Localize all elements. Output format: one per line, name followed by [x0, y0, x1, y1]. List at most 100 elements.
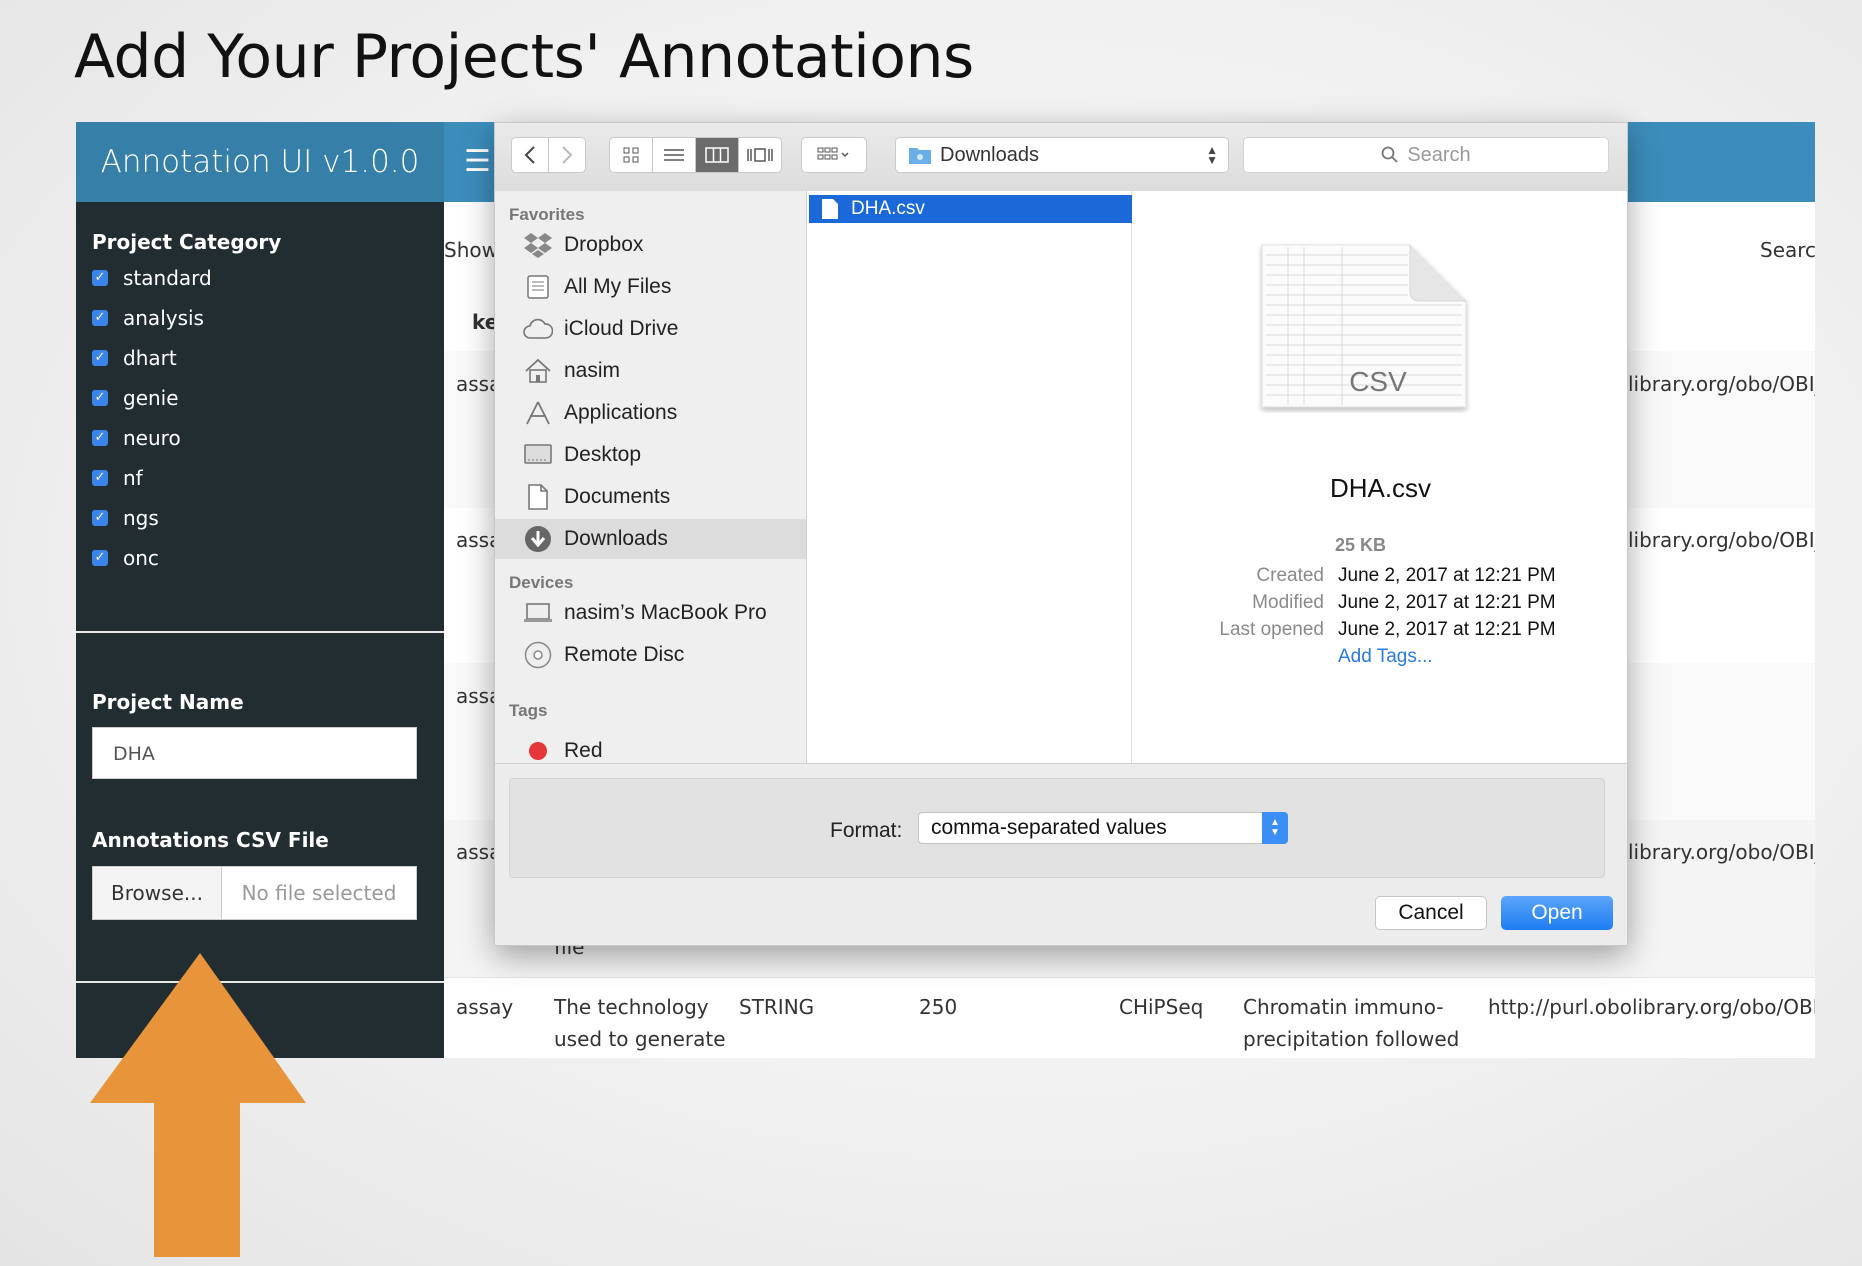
all-files-icon — [523, 272, 553, 302]
preview-filename: DHA.csv — [1329, 473, 1432, 503]
columns-icon — [705, 147, 729, 163]
checkmark-icon: ✓ — [92, 310, 108, 326]
no-file-selected-text: No file selected — [241, 881, 397, 905]
category-checkbox-analysis[interactable]: ✓ analysis — [92, 306, 204, 330]
format-panel: Format: comma-separated values ▲ ▼ — [509, 778, 1605, 878]
csv-document-icon: CSV — [1261, 244, 1467, 408]
back-button[interactable] — [511, 137, 549, 173]
folder-icon — [909, 148, 931, 164]
sidebar-item-nasim[interactable]: nasim — [495, 351, 806, 391]
preview-size: 25 KB — [1335, 535, 1387, 555]
arrange-icon — [817, 147, 849, 160]
forward-button[interactable] — [548, 137, 586, 173]
category-checkbox-neuro[interactable]: ✓ neuro — [92, 426, 181, 450]
sidebar-item-desktop[interactable]: Desktop — [495, 435, 806, 475]
sidebar-item-all-my-files[interactable]: All My Files — [495, 267, 806, 307]
checkmark-icon: ✓ — [92, 390, 108, 406]
cancel-button[interactable]: Cancel — [1375, 896, 1487, 930]
dropbox-icon — [523, 230, 553, 260]
home-icon — [523, 356, 553, 386]
browse-button[interactable]: Browse... — [93, 867, 222, 919]
checkmark-icon: ✓ — [92, 470, 108, 486]
hamburger-icon[interactable]: ☰ — [464, 144, 491, 180]
table-cell: CHiPSeq — [1119, 995, 1204, 1019]
slide-title: Add Your Projects' Annotations — [74, 22, 974, 92]
sidebar-item-tag-red[interactable]: Red — [495, 731, 806, 763]
annotations-csv-label: Annotations CSV File — [92, 828, 329, 852]
add-tags-link[interactable]: Add Tags... — [1338, 646, 1433, 668]
arrange-button[interactable] — [801, 137, 867, 173]
created-value: June 2, 2017 at 12:21 PM — [1338, 565, 1556, 586]
category-checkbox-genie[interactable]: ✓ genie — [92, 386, 179, 410]
category-checkbox-onc[interactable]: ✓ onc — [92, 546, 159, 570]
laptop-icon — [523, 598, 553, 628]
table-cell: STRING — [739, 995, 815, 1019]
project-name-input[interactable]: DHA — [92, 727, 417, 779]
dialog-toolbar: Downloads ▲ ▼ Search — [495, 123, 1627, 192]
file-column: DHA.csv — [807, 191, 1139, 763]
category-checkbox-ngs[interactable]: ✓ ngs — [92, 506, 159, 530]
project-name-label: Project Name — [92, 690, 244, 714]
created-label: Created — [1256, 565, 1324, 586]
category-checkbox-standard[interactable]: ✓ standard — [92, 266, 212, 290]
chevron-left-icon — [524, 146, 535, 164]
file-row-dha-csv[interactable]: DHA.csv — [809, 195, 1139, 223]
up-arrow-icon — [90, 953, 306, 1257]
list-view-button[interactable] — [652, 137, 696, 173]
table-cell: used to generate — [554, 1027, 726, 1051]
table-cell: Chromatin immuno- — [1243, 995, 1444, 1019]
updown-chevron-icon: ▲ ▼ — [1262, 812, 1288, 844]
chevron-right-icon — [562, 146, 573, 164]
csv-badge: CSV — [1349, 366, 1407, 397]
show-entries-label: Show — [444, 238, 498, 262]
cloud-icon — [523, 314, 553, 344]
table-search-label: Searcl — [1760, 238, 1815, 262]
devices-heading: Devices — [509, 573, 574, 592]
cover-flow-icon — [747, 148, 773, 162]
format-label: Format: — [830, 819, 903, 842]
table-cell-url: http://purl.obolibrary.org/obo/OBI_ — [1488, 995, 1815, 1019]
sidebar-divider — [76, 631, 444, 633]
location-label: Downloads — [940, 143, 1039, 166]
applications-icon — [523, 398, 553, 428]
icon-view-button[interactable] — [609, 137, 653, 173]
table-cell: The technology — [554, 995, 709, 1019]
app-sidebar: Project Category ✓ standard ✓ analysis ✓ dh… — [76, 202, 444, 1058]
desktop-icon — [523, 440, 553, 470]
sidebar-item-applications[interactable]: Applications — [495, 393, 806, 433]
table-cell: assay — [456, 995, 514, 1019]
downloads-icon — [523, 524, 553, 554]
search-icon — [1381, 146, 1398, 163]
file-icon — [822, 199, 838, 219]
format-select[interactable]: comma-separated values ▲ ▼ — [918, 812, 1288, 844]
sidebar-item-downloads[interactable]: Downloads — [495, 519, 806, 559]
sidebar-item-icloud-drive[interactable]: iCloud Drive — [495, 309, 806, 349]
project-category-heading: Project Category — [92, 230, 282, 254]
grid-icon — [623, 147, 639, 163]
search-placeholder: Search — [1407, 143, 1471, 166]
finder-sidebar: Favorites Dropbox All My Files iCloud Dr… — [495, 191, 807, 763]
column-view-button[interactable] — [695, 137, 739, 173]
csv-file-input[interactable]: Browse... No file selected — [92, 866, 417, 920]
checkmark-icon: ✓ — [92, 270, 108, 286]
category-checkbox-nf[interactable]: ✓ nf — [92, 466, 143, 490]
last-opened-value: June 2, 2017 at 12:21 PM — [1338, 619, 1556, 640]
sidebar-item-remote-disc[interactable]: Remote Disc — [495, 635, 806, 675]
category-checkbox-dhart[interactable]: ✓ dhart — [92, 346, 177, 370]
table-cell: precipitation followed — [1243, 1027, 1460, 1051]
disc-icon — [523, 640, 553, 670]
favorites-heading: Favorites — [509, 205, 585, 224]
tags-heading: Tags — [509, 701, 548, 720]
updown-chevron-icon: ▲ ▼ — [1206, 143, 1218, 167]
table-cell-url: library.org/obo/OBI_ — [1628, 528, 1815, 552]
location-dropdown[interactable]: Downloads ▲ ▼ — [895, 137, 1229, 173]
sidebar-item-dropbox[interactable]: Dropbox — [495, 225, 806, 265]
cover-flow-button[interactable] — [738, 137, 782, 173]
table-cell-url: library.org/obo/OBI_ — [1628, 372, 1815, 396]
open-button[interactable]: Open — [1501, 896, 1613, 930]
sidebar-item-documents[interactable]: Documents — [495, 477, 806, 517]
file-preview-pane: CSV DHA.csv 25 KB Created June 2, 2017 a… — [1132, 191, 1627, 763]
modified-label: Modified — [1252, 592, 1324, 613]
search-field[interactable]: Search — [1243, 137, 1609, 173]
sidebar-item-macbook-pro[interactable]: nasim’s MacBook Pro — [495, 593, 806, 633]
